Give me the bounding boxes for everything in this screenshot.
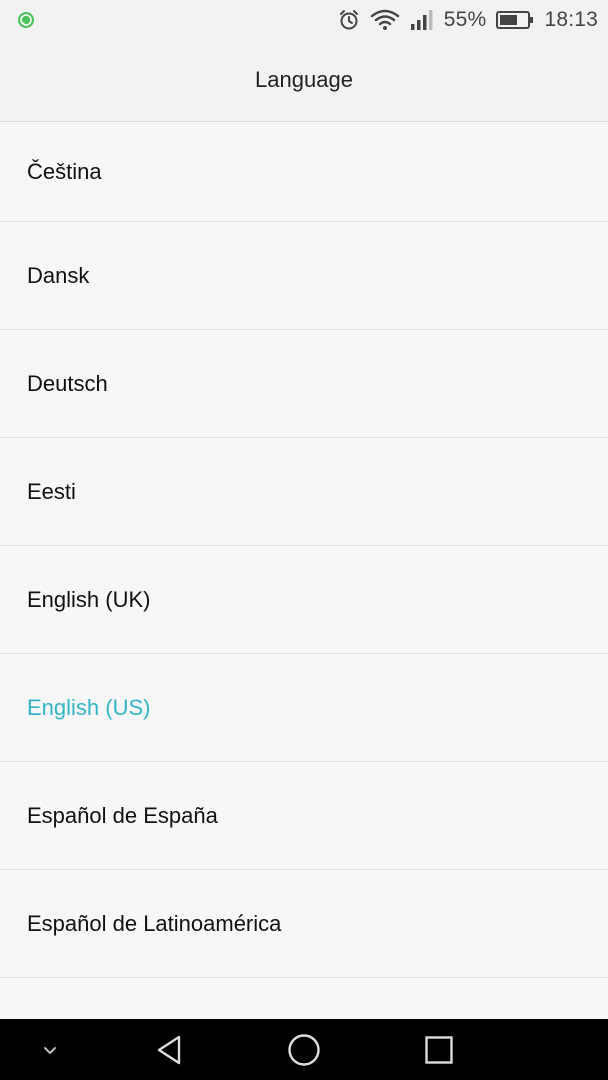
- language-item-eesti[interactable]: Eesti: [0, 438, 608, 546]
- language-label: Español de Latinoamérica: [27, 910, 282, 936]
- back-icon[interactable]: [144, 1019, 194, 1080]
- home-icon[interactable]: [279, 1019, 329, 1080]
- language-item-espanol-espana[interactable]: Español de España: [0, 762, 608, 870]
- language-label: Dansk: [27, 262, 90, 288]
- recents-icon[interactable]: [414, 1019, 464, 1080]
- language-label: English (UK): [27, 586, 151, 612]
- battery-percent: 55%: [443, 8, 487, 31]
- language-item-english-us[interactable]: English (US): [0, 654, 608, 762]
- wifi-icon: [370, 9, 400, 31]
- chevron-down-icon[interactable]: [30, 1019, 70, 1080]
- language-item-cestina[interactable]: Čeština: [0, 122, 608, 222]
- signal-icon: [410, 9, 434, 31]
- battery-icon: [496, 10, 534, 30]
- language-label-selected: English (US): [27, 694, 151, 720]
- status-bar: 55% 18:13: [0, 0, 608, 40]
- page-title: Language: [255, 66, 353, 92]
- alarm-icon: [338, 9, 360, 31]
- clock: 18:13: [544, 8, 598, 31]
- language-label: Deutsch: [27, 370, 108, 396]
- language-label: Español de España: [27, 802, 218, 828]
- language-label: Čeština: [27, 158, 102, 184]
- language-item-dansk[interactable]: Dansk: [0, 222, 608, 330]
- app-header: Language: [0, 40, 608, 122]
- language-item-deutsch[interactable]: Deutsch: [0, 330, 608, 438]
- language-label: Eesti: [27, 478, 76, 504]
- status-icons: 55% 18:13: [338, 0, 598, 40]
- navigation-bar: [0, 1019, 608, 1080]
- whatsapp-icon: [16, 10, 36, 30]
- language-screen: 55% 18:13 Language Čeština Dansk Deutsch: [0, 0, 608, 1080]
- language-item-english-uk[interactable]: English (UK): [0, 546, 608, 654]
- language-item-espanol-latinoamerica[interactable]: Español de Latinoamérica: [0, 870, 608, 978]
- language-list: Čeština Dansk Deutsch Eesti English (UK)…: [0, 122, 608, 1019]
